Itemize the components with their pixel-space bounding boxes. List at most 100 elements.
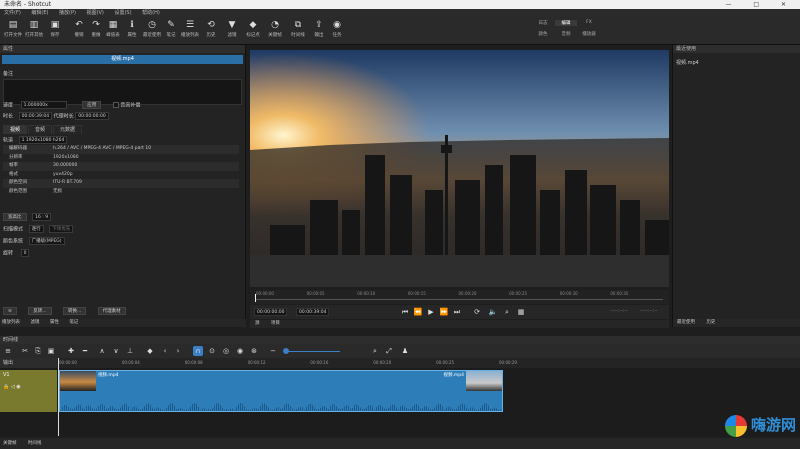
zoom-in-icon[interactable]: ⌕ [370, 346, 380, 356]
next-marker-icon[interactable]: › [173, 346, 183, 356]
rotate-input[interactable]: 0 [20, 249, 30, 257]
toolbar-button-recent[interactable]: ◷ 最近使用 [142, 19, 162, 38]
menu-file[interactable]: 文件(F) [4, 10, 21, 16]
loop-icon[interactable]: ⟳ [472, 307, 482, 317]
append-icon[interactable]: ✚ [66, 346, 76, 356]
timeline-menu-icon[interactable]: ≡ [3, 346, 13, 356]
tab-recent[interactable]: 最近使用 [677, 320, 695, 325]
tab-playlist[interactable]: 播放列表 [2, 320, 20, 325]
ripple-icon[interactable]: ◎ [221, 346, 231, 356]
volume-icon[interactable]: 🔈 [488, 307, 498, 317]
layout-row1-2[interactable]: FX [578, 20, 600, 25]
rewind-icon[interactable]: ⏪ [413, 307, 423, 317]
toolbar-button-timeline[interactable]: ⧉ 时间线 [288, 19, 308, 38]
toolbar-button-export[interactable]: ⇪ 输出 [309, 19, 329, 38]
speed-input[interactable]: 1.000000x [20, 101, 67, 109]
toolbar-button-history[interactable]: ⟲ 历史 [201, 19, 221, 38]
video-preview[interactable] [250, 50, 669, 287]
tab-history[interactable]: 历史 [706, 320, 715, 325]
tab-project[interactable]: 项目 [271, 321, 280, 326]
layout-row1-1[interactable]: 编辑 [555, 20, 577, 26]
tab-timeline[interactable]: 时间线 [28, 441, 42, 446]
skip-next-icon[interactable]: ⏭ [452, 307, 462, 317]
toolbar-button-jobs[interactable]: ◉ 任务 [327, 19, 347, 38]
timeline-clip[interactable]: 视频.mp4 视频.mp4 [59, 370, 503, 412]
apply-button[interactable]: 应用 [82, 101, 102, 109]
toolbar-button-filters[interactable]: ▼ 滤镜 [222, 19, 242, 38]
layout-row2-2[interactable]: 播放器 [578, 31, 600, 37]
recent-item[interactable]: 视频.mp4 [673, 53, 800, 72]
toolbar-button-save[interactable]: ▣ 保存 [45, 19, 65, 38]
toolbar-button-peak-meter[interactable]: ▦ 峰值表 [103, 19, 123, 38]
lock-icon[interactable]: 🔒 [3, 384, 9, 390]
scan-select[interactable]: 逐行 [28, 225, 44, 233]
split-icon[interactable]: ⊥ [125, 346, 135, 356]
zoom-fit-icon[interactable]: ⤢ [384, 346, 394, 356]
timeline-playhead[interactable] [58, 358, 59, 436]
scrubber-playhead[interactable] [255, 294, 256, 302]
track-select[interactable]: 1 1920x1080 h264 [18, 136, 68, 144]
menu-view[interactable]: 视图(V) [87, 10, 104, 16]
v1-track-header[interactable]: V1 🔒 ◁ ◉ [0, 370, 57, 412]
copy-icon[interactable]: ⎘ [33, 346, 43, 356]
menu-settings[interactable]: 设置(S) [114, 10, 131, 16]
minimize-button[interactable]: — [725, 1, 741, 8]
current-timecode[interactable]: 00:00:00:00 [254, 308, 288, 316]
layout-row1-0[interactable]: 日志 [532, 20, 554, 26]
marker-icon[interactable]: ◆ [145, 346, 155, 356]
toolbar-button-markers[interactable]: ◆ 标记点 [243, 19, 263, 38]
reverse-button[interactable]: 反转... [28, 307, 52, 315]
maximize-button[interactable]: □ [753, 1, 769, 8]
tab-filters[interactable]: 滤镜 [30, 320, 39, 325]
tab-metadata[interactable]: 元数据 [53, 125, 83, 134]
ripple-all-icon[interactable]: ◉ [235, 346, 245, 356]
overwrite-icon[interactable]: ∨ [111, 346, 121, 356]
lift-icon[interactable]: ∧ [97, 346, 107, 356]
layout-row2-0[interactable]: 颜色 [532, 31, 554, 37]
visibility-icon[interactable]: ◉ [16, 384, 20, 390]
field-order-select[interactable]: 下场优先 [49, 225, 74, 233]
close-button[interactable]: ✕ [781, 1, 796, 8]
scrub-audio-icon[interactable]: ⊙ [207, 346, 217, 356]
skip-previous-icon[interactable]: ⏮ [400, 307, 410, 317]
convert-button[interactable]: 转换... [62, 307, 87, 315]
tab-video[interactable]: 视频 [3, 125, 28, 134]
grid-icon[interactable]: ▦ [516, 307, 526, 317]
timeline-area[interactable]: 输出 00:00:00 00:00:04 00:00:08 00:00:12 00:00… [0, 358, 800, 436]
layout-row2-1[interactable]: 音频 [555, 31, 577, 37]
play-icon[interactable]: ▶ [426, 307, 436, 317]
menu-play[interactable]: 播放(P) [59, 10, 76, 16]
mute-icon[interactable]: ◁ [11, 384, 15, 390]
proxy-button[interactable]: 代理素材 [97, 307, 126, 315]
tab-keyframes[interactable]: 关键帧 [3, 441, 17, 446]
menu-edit[interactable]: 编辑(E) [31, 10, 48, 16]
zoom-icon[interactable]: ⌕ [502, 307, 512, 317]
tab-properties[interactable]: 属性 [50, 320, 59, 325]
timeline-ruler[interactable]: 00:00:00 00:00:04 00:00:08 00:00:12 00:00:16… [57, 358, 800, 368]
menu-icon-button[interactable]: ≡ [3, 307, 17, 315]
zoom-slider[interactable] [285, 351, 340, 352]
color-select[interactable]: 广播级(MPEG) [28, 237, 65, 245]
cut-icon[interactable]: ✂ [20, 346, 30, 356]
menu-help[interactable]: 帮助(H) [142, 10, 160, 16]
toolbar-button-notes[interactable]: ✎ 笔记 [161, 19, 181, 38]
aspect-input[interactable]: 16 : 9 [32, 213, 52, 221]
toolbar-button-properties[interactable]: ℹ 属性 [122, 19, 142, 38]
snap-icon[interactable]: ∩ [193, 346, 203, 356]
record-audio-icon[interactable]: ♟ [400, 346, 410, 356]
fast-forward-icon[interactable]: ⏩ [439, 307, 449, 317]
tab-audio[interactable]: 音频 [28, 125, 53, 134]
remove-icon[interactable]: ━ [80, 346, 90, 356]
pitch-checkbox[interactable] [112, 102, 119, 108]
zoom-out-icon[interactable]: − [268, 346, 278, 356]
toolbar-button-open-file[interactable]: ▤ 打开文件 [3, 19, 23, 38]
tab-source[interactable]: 源 [255, 321, 260, 326]
scrubber-track[interactable] [255, 299, 663, 300]
duration-field[interactable]: 00:00:39:04 [18, 112, 53, 120]
ripple-markers-icon[interactable]: ⊛ [249, 346, 259, 356]
prev-marker-icon[interactable]: ‹ [160, 346, 170, 356]
preview-scrubber[interactable]: 00:00:00 00:00:05 00:00:10 00:00:15 00:00:20… [250, 290, 669, 304]
window-controls[interactable]: — □ ✕ [725, 0, 796, 9]
toolbar-button-keyframes[interactable]: ◔ 关键帧 [265, 19, 285, 38]
toolbar-button-open-other[interactable]: ▥ 打开其他 [24, 19, 44, 38]
